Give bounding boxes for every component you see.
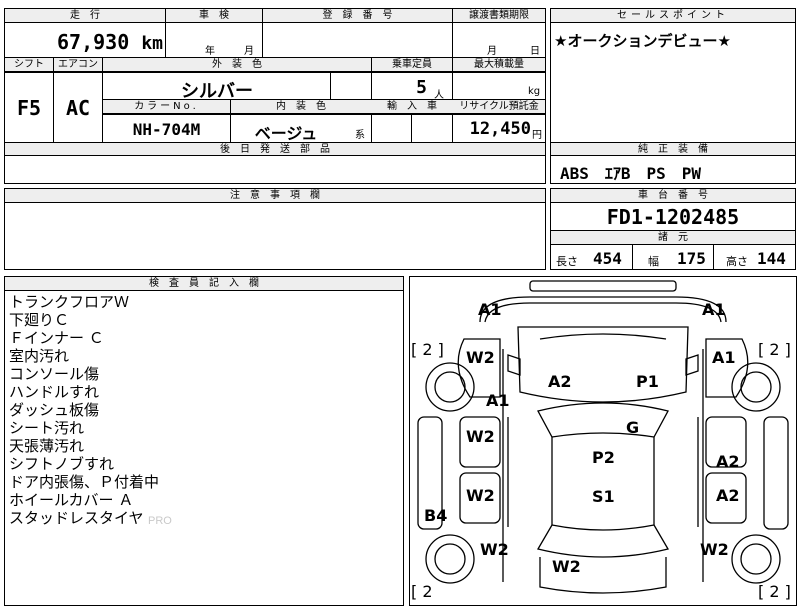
- length-label: 長さ: [556, 255, 578, 268]
- interior-color-suffix: 系: [355, 130, 365, 141]
- sales-point-text: ★オークションデビュー★: [554, 32, 731, 50]
- damage-mark: A1: [712, 348, 736, 367]
- inspection-year: 年: [205, 46, 215, 57]
- inspector-line: トランクフロアＷ: [9, 293, 130, 311]
- inspection-label: 車 検: [199, 10, 229, 21]
- inspector-line: ダッシュ板傷: [9, 401, 100, 419]
- later-parts-label: 後 日 発 送 部 品: [220, 144, 330, 155]
- dimensions-label: 諸 元: [658, 232, 688, 243]
- mileage-label: 走 行: [70, 10, 100, 21]
- damage-mark: W2: [466, 348, 495, 367]
- sales-point-label: セールスポイント: [617, 10, 729, 21]
- damage-mark: G: [626, 418, 640, 437]
- aircon-value: AC: [65, 96, 91, 120]
- chassis-label: 車 台 番 号: [638, 190, 708, 201]
- damage-mark: W2: [466, 486, 495, 505]
- chassis-value: FD1-1202485: [606, 205, 740, 229]
- inspector-line: 室内汚れ: [9, 347, 70, 365]
- mileage-unit: km: [141, 33, 163, 54]
- inspector-line: Ｆインナー Ｃ: [9, 329, 104, 347]
- color-no-label: カラーNo.: [134, 101, 199, 112]
- inspector-line: ホイールカバー Ａ: [9, 491, 134, 509]
- transfer-deadline-label: 譲渡書類期限: [469, 10, 529, 21]
- recycle-label: リサイクル預託金: [459, 101, 539, 112]
- mileage-value: 67,930 km: [5, 30, 163, 54]
- damage-mark: W2: [466, 427, 495, 446]
- aircon-label: エアコン: [58, 59, 98, 70]
- damage-mark: P2: [592, 448, 615, 467]
- damage-mark: A2: [716, 486, 740, 505]
- width-label: 幅: [648, 255, 659, 268]
- inspector-line: 下廻りＣ: [9, 311, 70, 329]
- width-value: 175: [677, 249, 706, 268]
- damage-mark: A1: [486, 391, 510, 410]
- transfer-month: 月: [487, 46, 497, 57]
- inspector-label: 検 査 員 記 入 欄: [149, 278, 259, 289]
- inspector-line: シート汚れ: [9, 419, 85, 437]
- capacity-value: 5: [416, 77, 427, 98]
- standard-equipment-value: ABS ｴｱB PS PW: [560, 164, 702, 183]
- inspector-line: ドア内張傷、Ｐ付着中: [9, 473, 160, 491]
- damage-mark: A1: [478, 300, 502, 319]
- inspection-month: 月: [244, 46, 254, 57]
- damage-mark: W2: [700, 540, 729, 559]
- watermark: PRO: [148, 515, 172, 527]
- height-label: 高さ: [726, 255, 748, 268]
- damage-mark: A2: [548, 372, 572, 391]
- exterior-color-label: 外 装 色: [212, 59, 262, 70]
- transfer-day: 日: [530, 46, 540, 57]
- recycle-unit: 円: [532, 130, 542, 141]
- shift-label: シフト: [14, 59, 44, 70]
- damage-mark: A2: [716, 452, 740, 471]
- registration-label: 登 録 番 号: [322, 10, 393, 21]
- max-load-unit: kg: [528, 86, 541, 97]
- tire-rating-rear-left: [ 2: [411, 582, 433, 601]
- inspector-line: コンソール傷: [9, 365, 100, 383]
- damage-mark: S1: [592, 487, 615, 506]
- tire-rating-front-left: [ 2 ]: [411, 340, 444, 359]
- inspector-line: 天張薄汚れ: [9, 437, 85, 455]
- import-label: 輸 入 車: [387, 101, 437, 112]
- tire-rating-rear-right: [ 2 ]: [758, 582, 791, 601]
- recycle-value: 12,450: [469, 119, 531, 139]
- height-value: 144: [757, 249, 786, 268]
- damage-mark: A1: [702, 300, 726, 319]
- inspector-line: ハンドルすれ: [9, 383, 100, 401]
- damage-mark: B4: [424, 506, 448, 525]
- interior-color-label: 内 装 色: [276, 101, 326, 112]
- length-value: 454: [593, 249, 622, 268]
- inspector-line: スタッドレスタイヤ: [9, 509, 144, 527]
- standard-equipment-label: 純 正 装 備: [638, 144, 708, 155]
- interior-color-value: ベージュ: [254, 124, 318, 143]
- max-load-label: 最大積載量: [474, 59, 524, 70]
- inspector-lines: トランクフロアＷ 下廻りＣ Ｆインナー Ｃ 室内汚れ コンソール傷 ハンドルすれ…: [9, 293, 159, 527]
- color-no-value: NH-704M: [132, 120, 201, 139]
- damage-mark: P1: [636, 372, 659, 391]
- shift-value: F5: [16, 96, 42, 120]
- sales-point-box: [550, 8, 796, 143]
- damage-mark: W2: [552, 557, 581, 576]
- notes-label: 注 意 事 項 欄: [230, 190, 320, 201]
- mileage-number: 67,930: [57, 30, 130, 54]
- capacity-label: 乗車定員: [392, 59, 432, 70]
- damage-mark: W2: [480, 540, 509, 559]
- tire-rating-front-right: [ 2 ]: [758, 340, 791, 359]
- inspector-line: シフトノブすれ: [9, 455, 115, 473]
